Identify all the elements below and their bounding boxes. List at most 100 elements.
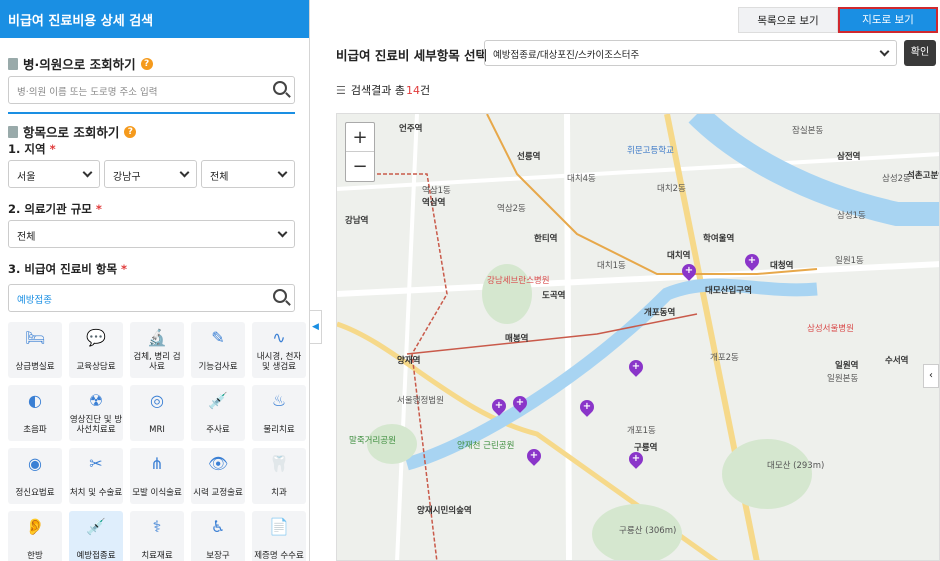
map-label: 삼성서울병원 bbox=[807, 324, 854, 334]
plus-icon: + bbox=[515, 397, 525, 408]
category-label: 내시경, 천자 및 생검료 bbox=[256, 352, 302, 372]
implant-icon: ⚕ bbox=[152, 517, 162, 536]
scale-select[interactable]: 전체 bbox=[8, 220, 295, 248]
category-implant[interactable]: ⚕ 치료재료 bbox=[130, 511, 184, 561]
search-icon[interactable] bbox=[273, 289, 287, 303]
chevron-down-icon bbox=[179, 167, 190, 178]
map-label: 양재천 근린공원 bbox=[457, 441, 515, 451]
zoom-out-button[interactable]: − bbox=[346, 152, 374, 181]
region-district-select[interactable]: 강남구 bbox=[104, 160, 197, 188]
hospital-pin-icon[interactable]: + bbox=[626, 449, 646, 469]
hair-icon: ⋔ bbox=[150, 454, 164, 473]
map-label: 역삼역 bbox=[422, 198, 446, 208]
hospital-pin-icon[interactable]: + bbox=[679, 261, 699, 281]
category-tooth[interactable]: 🦷 치과 bbox=[252, 448, 306, 504]
detail-title: 비급여 진료비 세부항목 선택 bbox=[336, 48, 488, 63]
document-icon: ☰ bbox=[336, 83, 346, 97]
pen-test-icon: ✎ bbox=[211, 328, 225, 347]
plus-icon: + bbox=[582, 401, 592, 412]
map-label: 대치2동 bbox=[657, 184, 686, 194]
category-hair[interactable]: ⋔ 모발 이식술료 bbox=[130, 448, 184, 504]
map-label: 역삼1동 bbox=[422, 186, 451, 196]
ultrasound-icon: ◐ bbox=[28, 391, 42, 410]
map-label: 서울행정법원 bbox=[397, 396, 444, 406]
category-wheelchair[interactable]: ♿ 보장구 bbox=[191, 511, 245, 561]
category-brain[interactable]: ◉ 정신요법료 bbox=[8, 448, 62, 504]
search-icon[interactable] bbox=[273, 81, 287, 95]
category-syringe[interactable]: 💉 주사료 bbox=[191, 385, 245, 441]
category-label: 시력 교정술료 bbox=[193, 488, 243, 498]
tab-map-view[interactable]: 지도로 보기 bbox=[838, 7, 938, 33]
category-endoscope[interactable]: ∿ 내시경, 천자 및 생검료 bbox=[252, 322, 306, 378]
map-label: 학여울역 bbox=[703, 234, 735, 244]
map-label: 일원역 bbox=[835, 361, 859, 371]
brain-icon: ◉ bbox=[28, 454, 42, 473]
map-view[interactable]: + − 언주역 선릉역 대치4동 역삼1동 역삼역 역삼2동 강남역 대치2동 대치1동 한티역 대… bbox=[336, 113, 940, 561]
map-label: 역삼2동 bbox=[497, 204, 526, 214]
category-consult[interactable]: 💬 교육상담료 bbox=[69, 322, 123, 378]
category-mri[interactable]: ◎ MRI bbox=[130, 385, 184, 441]
category-ultrasound[interactable]: ◐ 초음파 bbox=[8, 385, 62, 441]
plus-icon: + bbox=[529, 450, 539, 461]
hospital-pin-icon[interactable]: + bbox=[742, 251, 762, 271]
category-label: 검체, 병리 검사료 bbox=[133, 352, 181, 372]
help-icon[interactable]: ? bbox=[140, 57, 153, 70]
map-label: 잠실본동 bbox=[792, 126, 824, 136]
hospital-search-input[interactable]: 병·의원 이름 또는 도로명 주소 입력 bbox=[8, 76, 295, 104]
help-icon[interactable]: ? bbox=[124, 125, 137, 138]
region-dong-select[interactable]: 전체 bbox=[201, 160, 295, 188]
map-label: 개포1동 bbox=[627, 426, 656, 436]
tooth-icon: 🦷 bbox=[269, 454, 289, 473]
surgery-icon: ✂ bbox=[89, 454, 103, 473]
zoom-in-button[interactable]: + bbox=[346, 123, 374, 152]
category-grid: 🛏 상급병실료 💬 교육상담료 🔬 검체, 병리 검사료 ✎ 기능검사료 ∿ 내시경, 천자 및 … bbox=[8, 322, 306, 561]
hospital-search-title: 병·의원으로 조회하기 ? bbox=[8, 54, 153, 73]
tab-list-view[interactable]: 목록으로 보기 bbox=[738, 7, 838, 33]
divider bbox=[8, 112, 295, 114]
map-label: 한티역 bbox=[534, 234, 558, 244]
syringe-icon: 💉 bbox=[208, 391, 228, 410]
chevron-down-icon bbox=[879, 46, 890, 57]
category-label: 제증명 수수료 bbox=[254, 551, 304, 561]
category-label: 물리치료 bbox=[263, 425, 295, 435]
region-city-select[interactable]: 서울 bbox=[8, 160, 100, 188]
category-label: MRI bbox=[149, 425, 165, 435]
category-search-input[interactable]: 예방접종 bbox=[8, 284, 295, 312]
view-tabs: 목록으로 보기 지도로 보기 bbox=[738, 7, 938, 33]
map-label: 구룡산 (306m) bbox=[619, 526, 677, 536]
category-surgery[interactable]: ✂ 처치 및 수술료 bbox=[69, 448, 123, 504]
hospital-pin-icon[interactable]: + bbox=[577, 397, 597, 417]
map-label: 말죽거리공원 bbox=[349, 436, 396, 446]
search-sidebar: 비급여 진료비용 상세 검색 병·의원으로 조회하기 ? 병·의원 이름 또는 … bbox=[0, 0, 310, 561]
wheelchair-icon: ♿ bbox=[210, 517, 226, 536]
map-label: 대치역 bbox=[667, 251, 691, 261]
map-label: 석촌고분역 bbox=[907, 171, 939, 181]
detail-select[interactable]: 예방접종료/대상포진/스카이조스터주 bbox=[484, 40, 897, 66]
microscope-icon: 🔬 bbox=[147, 328, 167, 347]
category-bed[interactable]: 🛏 상급병실료 bbox=[8, 322, 62, 378]
hospital-pin-icon[interactable]: + bbox=[510, 393, 530, 413]
category-physio[interactable]: ♨ 물리치료 bbox=[252, 385, 306, 441]
list-icon bbox=[8, 125, 18, 138]
category-vaccine[interactable]: 💉 예방접종료 bbox=[69, 511, 123, 561]
map-arrow-right[interactable]: ‹ bbox=[923, 364, 939, 388]
category-pen-test[interactable]: ✎ 기능검사료 bbox=[191, 322, 245, 378]
map-base bbox=[337, 114, 939, 560]
map-label: 양재시민의숲역 bbox=[417, 506, 472, 516]
plus-icon: + bbox=[631, 361, 641, 372]
hospital-pin-icon[interactable]: + bbox=[524, 446, 544, 466]
hospital-pin-icon[interactable]: + bbox=[489, 396, 509, 416]
plus-icon: + bbox=[747, 255, 757, 266]
vaccine-icon: 💉 bbox=[86, 517, 106, 536]
map-label: 양재역 bbox=[397, 356, 421, 366]
category-microscope[interactable]: 🔬 검체, 병리 검사료 bbox=[130, 322, 184, 378]
category-label: 예방접종료 bbox=[76, 551, 116, 561]
category-xray[interactable]: ☢ 영상진단 및 방사선치료료 bbox=[69, 385, 123, 441]
hospital-pin-icon[interactable]: + bbox=[626, 357, 646, 377]
category-label: 초음파 bbox=[23, 425, 47, 435]
category-eye[interactable]: 👁 시력 교정술료 bbox=[191, 448, 245, 504]
confirm-button[interactable]: 확인 bbox=[904, 40, 936, 66]
category-certificate[interactable]: 📄 제증명 수수료 bbox=[252, 511, 306, 561]
map-label: 휘문고등학교 bbox=[627, 146, 674, 156]
category-ear[interactable]: 👂 한방 bbox=[8, 511, 62, 561]
